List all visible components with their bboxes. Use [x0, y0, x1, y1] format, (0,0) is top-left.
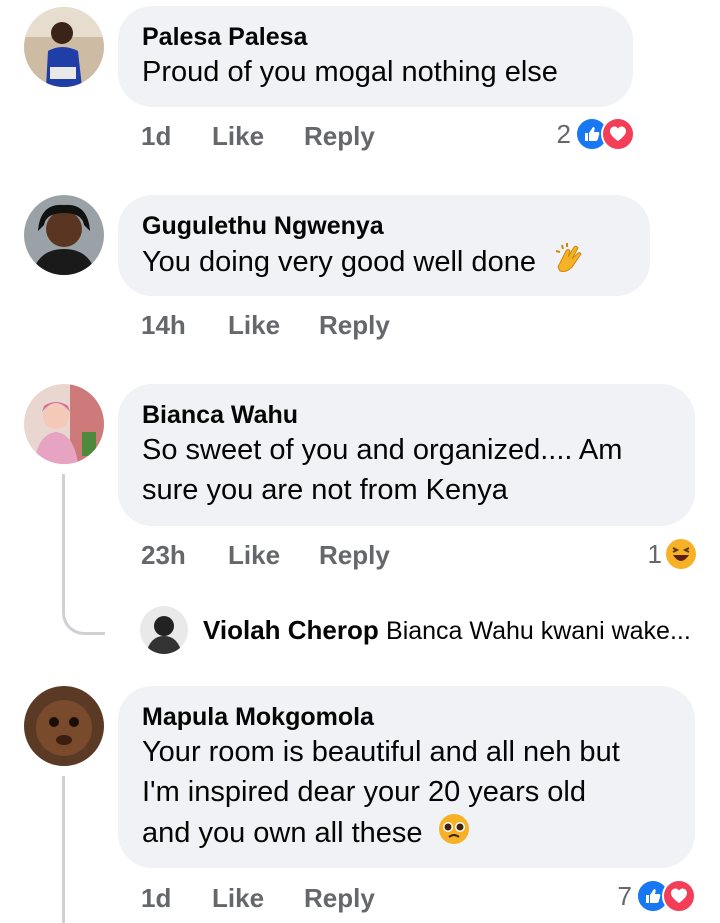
like-button[interactable]: Like — [228, 540, 280, 571]
comment-text: You doing very good well done — [142, 246, 536, 279]
comment-bubble: Bianca Wahu So sweet of you and organize… — [118, 384, 695, 526]
comment-text: and you own all these — [142, 817, 423, 850]
reply-button[interactable]: Reply — [304, 883, 375, 914]
comment-bubble: Mapula Mokgomola Your room is beautiful … — [118, 686, 695, 868]
comment-text: sure you are not from Kenya — [142, 474, 508, 506]
like-button[interactable]: Like — [228, 310, 280, 341]
comment-bubble: Gugulethu Ngwenya You doing very good we… — [118, 195, 650, 296]
comment-time[interactable]: 1d — [141, 121, 171, 152]
haha-icon — [666, 539, 696, 569]
reaction-count: 1 — [647, 538, 662, 569]
comment-bubble: Palesa Palesa Proud of you mogal nothing… — [118, 6, 633, 107]
comment-author[interactable]: Mapula Mokgomola — [142, 702, 671, 732]
comment-author[interactable]: Palesa Palesa — [142, 22, 609, 52]
reply-author[interactable]: Violah Cherop — [203, 615, 379, 645]
reply-button[interactable]: Reply — [319, 310, 390, 341]
comment-text-line: You doing very good well done — [142, 241, 626, 286]
like-button[interactable]: Like — [212, 883, 264, 914]
comment-text: So sweet of you and organized.... Am — [142, 434, 623, 466]
reaction-count: 7 — [617, 880, 632, 911]
like-button[interactable]: Like — [212, 121, 264, 152]
avatar[interactable] — [24, 7, 104, 87]
reply-avatar[interactable] — [140, 606, 188, 654]
reaction-count: 2 — [556, 118, 571, 149]
reply-preview[interactable]: Violah Cherop Bianca Wahu kwani wake... — [203, 615, 691, 646]
love-icon — [662, 879, 696, 913]
comment-author[interactable]: Bianca Wahu — [142, 400, 671, 430]
reaction-summary[interactable]: 7 — [617, 879, 696, 913]
reaction-summary[interactable]: 2 — [556, 117, 635, 151]
reply-text: Bianca Wahu kwani wake... — [386, 617, 691, 645]
love-icon — [601, 117, 635, 151]
avatar[interactable] — [24, 384, 104, 464]
thread-line — [62, 776, 65, 923]
reply-button[interactable]: Reply — [319, 540, 390, 571]
comment-text: Proud of you mogal nothing else — [142, 56, 558, 88]
clapping-hands-emoji — [552, 241, 586, 286]
comment-time[interactable]: 1d — [141, 883, 171, 914]
comment-time[interactable]: 23h — [141, 540, 186, 571]
reply-connector — [62, 596, 105, 635]
comment-text-line: and you own all these — [142, 812, 671, 857]
comment-text: Your room is beautiful and all neh but — [142, 736, 620, 768]
comment-author[interactable]: Gugulethu Ngwenya — [142, 211, 626, 241]
reply-button[interactable]: Reply — [304, 121, 375, 152]
comment-text: I'm inspired dear your 20 years old — [142, 776, 586, 808]
avatar[interactable] — [24, 195, 104, 275]
thread-line — [62, 474, 65, 596]
avatar[interactable] — [24, 686, 104, 766]
pleading-face-emoji — [437, 812, 471, 857]
reaction-summary[interactable]: 1 — [648, 538, 696, 570]
comment-time[interactable]: 14h — [141, 310, 186, 341]
